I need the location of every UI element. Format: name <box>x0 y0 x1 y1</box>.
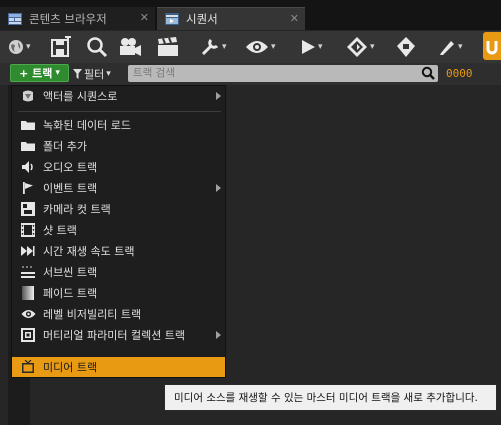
menu-item-label: 액터를 시퀀스로 <box>43 90 118 103</box>
chevron-down-icon: ▾ <box>458 42 463 52</box>
menu-item-add-folder[interactable]: 폴더 추가 <box>12 136 225 156</box>
chevron-down-icon: ▾ <box>370 42 375 52</box>
content-browser-icon <box>8 12 22 25</box>
track-search <box>128 65 438 82</box>
wrench-icon <box>201 38 219 56</box>
tools-button[interactable]: ▾ <box>200 35 227 59</box>
chevron-down-icon: ▾ <box>318 42 323 52</box>
tag-button[interactable] <box>396 35 416 59</box>
keyframe-icon <box>347 37 367 57</box>
actor-icon <box>20 88 36 104</box>
menu-item-label: 샷 트랙 <box>43 224 77 237</box>
close-icon[interactable]: ✕ <box>140 11 149 24</box>
snap-toggle-button[interactable] <box>483 32 501 60</box>
menu-item-label: 폴더 추가 <box>43 140 87 153</box>
submenu-arrow-icon <box>216 92 221 100</box>
world-button[interactable]: ▾ <box>8 35 31 59</box>
camera-cut-icon <box>20 201 36 217</box>
chevron-down-icon: ▾ <box>106 69 111 79</box>
render-movie-button[interactable] <box>157 35 179 59</box>
search-icon <box>87 37 108 58</box>
save-button[interactable] <box>50 35 72 59</box>
media-tv-icon <box>20 359 36 375</box>
folder-icon <box>20 117 36 133</box>
filter-button[interactable]: 필터 ▾ <box>73 66 111 82</box>
submenu-arrow-icon <box>216 331 221 339</box>
tab-sequencer[interactable]: 시퀀서 ✕ <box>157 7 305 30</box>
playback-options-button[interactable]: ▾ <box>300 35 323 59</box>
menu-item-label: 페이드 트랙 <box>43 287 98 300</box>
media-track-tooltip: 미디어 소스를 재생할 수 있는 마스터 미디어 트랙을 새로 추가합니다. <box>164 384 497 411</box>
menu-item-media-track[interactable]: 미디어 트랙 <box>12 357 225 377</box>
material-icon <box>20 327 36 343</box>
subscene-icon <box>20 264 36 280</box>
pencil-icon <box>440 41 454 55</box>
fade-icon <box>20 285 36 301</box>
sequencer-toolbar: ▾ ▾ ▾ ▾ ▾ ▾ <box>0 30 501 64</box>
keyframe-options-button[interactable]: ▾ <box>346 35 375 59</box>
menu-separator <box>18 111 221 112</box>
menu-item-label: 오디오 트랙 <box>43 161 98 174</box>
film-icon <box>20 222 36 238</box>
camera-icon <box>120 38 141 56</box>
edit-button[interactable]: ▾ <box>438 35 463 59</box>
menu-item-subscene-track[interactable]: 서브씬 트랙 <box>12 262 225 282</box>
menu-item-label: 서브씬 트랙 <box>43 266 98 279</box>
clapperboard-icon <box>158 37 178 56</box>
menu-item-label: 이벤트 트랙 <box>43 182 98 195</box>
tag-icon <box>397 37 415 57</box>
menu-item-label: 카메라 컷 트랙 <box>43 203 111 216</box>
menu-item-label: 미디어 트랙 <box>43 361 98 374</box>
tab-content-browser[interactable]: 콘텐츠 브라우저 ✕ <box>0 7 155 30</box>
flag-icon <box>20 180 36 196</box>
close-icon[interactable]: ✕ <box>290 12 299 25</box>
chevron-down-icon: ▾ <box>222 42 227 52</box>
menu-item-label: 레벨 비저빌리티 트랙 <box>43 308 142 321</box>
tab-label: 시퀀서 <box>186 12 218 26</box>
sequencer-icon <box>165 13 179 25</box>
tab-bar: 콘텐츠 브라우저 ✕ 시퀀서 ✕ <box>0 0 501 30</box>
save-icon <box>51 36 71 57</box>
menu-item-play-rate-track[interactable]: 시간 재생 속도 트랙 <box>12 241 225 261</box>
filter-label: 필터 <box>84 68 105 81</box>
globe-icon <box>9 40 23 54</box>
chevron-down-icon: ▾ <box>26 42 31 52</box>
menu-item-label: 녹화된 데이터 로드 <box>43 119 131 132</box>
menu-item-fade-track[interactable]: 페이드 트랙 <box>12 283 225 303</box>
menu-item-label: 머티리얼 파라미터 컬렉션 트랙 <box>43 329 186 342</box>
add-track-menu: 액터를 시퀀스로 녹화된 데이터 로드 폴더 추가 오디오 트랙 이벤트 트랙 … <box>11 85 226 378</box>
play-icon <box>302 40 315 54</box>
menu-item-camera-cut-track[interactable]: 카메라 컷 트랙 <box>12 199 225 219</box>
menu-item-actor-to-sequencer[interactable]: 액터를 시퀀스로 <box>12 86 225 106</box>
filter-bar: + 트랙 ▾ 필터 ▾ 0000 <box>0 63 501 85</box>
find-in-content-browser-button[interactable] <box>86 35 108 59</box>
add-track-label: + 트랙 <box>19 67 53 80</box>
tab-label: 콘텐츠 브라우저 <box>29 11 107 26</box>
menu-item-label: 시간 재생 속도 트랙 <box>43 245 135 258</box>
menu-item-shot-track[interactable]: 샷 트랙 <box>12 220 225 240</box>
view-options-button[interactable]: ▾ <box>245 35 276 59</box>
add-track-button[interactable]: + 트랙 ▾ <box>10 64 69 82</box>
speaker-icon <box>20 159 36 175</box>
magnet-icon <box>486 41 498 55</box>
search-input[interactable] <box>128 65 413 80</box>
eye-icon <box>246 41 268 53</box>
timecode-display: 0000 <box>446 67 473 80</box>
camera-button[interactable] <box>118 35 142 59</box>
chevron-down-icon: ▾ <box>271 42 276 52</box>
menu-item-level-visibility-track[interactable]: 레벨 비저빌리티 트랙 <box>12 304 225 324</box>
menu-item-load-recorded-data[interactable]: 녹화된 데이터 로드 <box>12 115 225 135</box>
folder-icon <box>20 138 36 154</box>
eye-icon <box>20 306 36 322</box>
menu-item-audio-track[interactable]: 오디오 트랙 <box>12 157 225 177</box>
menu-item-event-track[interactable]: 이벤트 트랙 <box>12 178 225 198</box>
filter-icon <box>73 69 82 79</box>
search-icon <box>421 66 435 83</box>
chevron-down-icon: ▾ <box>55 68 60 78</box>
menu-item-material-parameter-collection-track[interactable]: 머티리얼 파라미터 컬렉션 트랙 <box>12 325 225 345</box>
submenu-arrow-icon <box>216 184 221 192</box>
play-rate-icon <box>20 243 36 259</box>
